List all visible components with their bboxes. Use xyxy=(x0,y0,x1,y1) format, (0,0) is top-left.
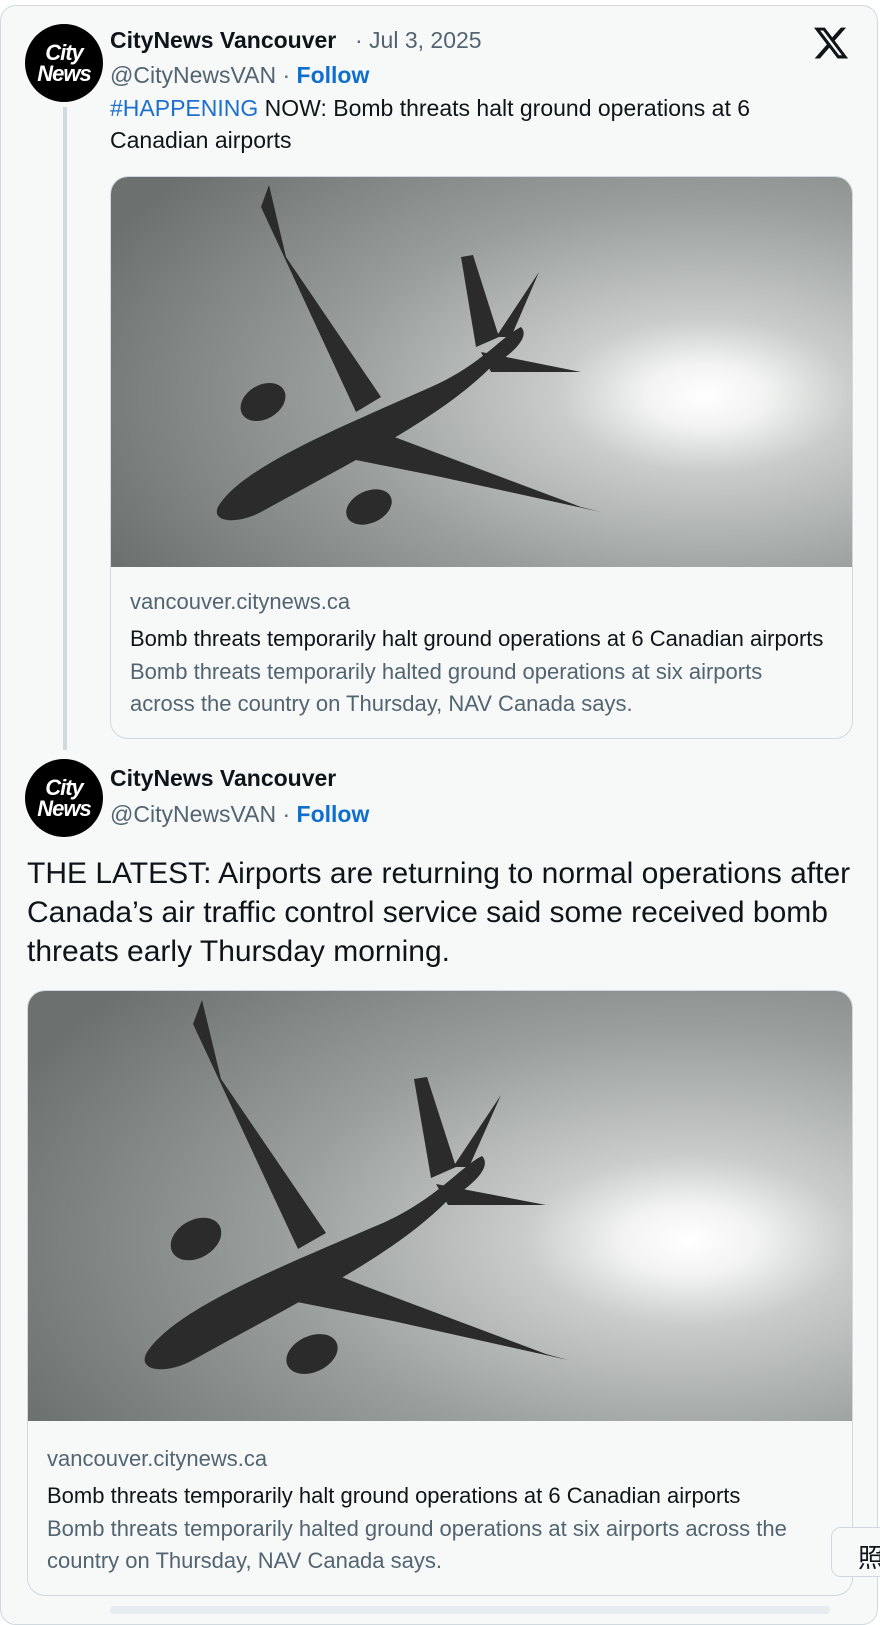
avatar[interactable]: City News xyxy=(25,759,103,837)
bottom-edge-bar xyxy=(110,1606,830,1614)
link-preview-card[interactable]: vancouver.citynews.ca Bomb threats tempo… xyxy=(110,176,853,739)
link-title: Bomb threats temporarily halt ground ope… xyxy=(130,626,824,651)
hashtag-link[interactable]: #HAPPENING xyxy=(110,95,258,121)
link-preview-card[interactable]: vancouver.citynews.ca Bomb threats tempo… xyxy=(27,990,853,1596)
tweet-date[interactable]: · Jul 3, 2025 xyxy=(355,27,482,54)
separator: · xyxy=(282,62,291,88)
avatar[interactable]: City News xyxy=(25,24,103,102)
link-meta: vancouver.citynews.ca Bomb threats tempo… xyxy=(47,1446,833,1577)
author-name[interactable]: CityNews Vancouver xyxy=(110,765,336,792)
follow-button[interactable]: Follow xyxy=(297,801,370,827)
link-description: Bomb threats temporarily halted ground o… xyxy=(47,1516,787,1573)
handle-row: @CityNewsVAN · Follow xyxy=(110,801,369,828)
airplane-silhouette-image xyxy=(28,991,852,1421)
avatar-logo-line1: City xyxy=(45,775,84,800)
author-name[interactable]: CityNews Vancouver xyxy=(110,27,336,54)
airplane-silhouette-image xyxy=(111,177,852,567)
thread-connector-line xyxy=(63,107,67,750)
x-logo-icon[interactable] xyxy=(812,24,850,62)
avatar-logo-line2: News xyxy=(37,796,91,821)
link-description: Bomb threats temporarily halted ground o… xyxy=(130,659,763,716)
link-domain: vancouver.citynews.ca xyxy=(47,1446,268,1471)
follow-button[interactable]: Follow xyxy=(297,62,370,88)
link-meta: vancouver.citynews.ca Bomb threats tempo… xyxy=(130,589,833,720)
separator: · xyxy=(282,801,291,827)
link-domain: vancouver.citynews.ca xyxy=(130,589,351,614)
link-title: Bomb threats temporarily halt ground ope… xyxy=(47,1483,741,1508)
author-handle[interactable]: @CityNewsVAN xyxy=(110,62,276,88)
side-floating-button[interactable]: 照 xyxy=(831,1527,880,1577)
handle-row: @CityNewsVAN · Follow xyxy=(110,62,369,89)
tweet-text: #HAPPENING NOW: Bomb threats halt ground… xyxy=(110,92,830,156)
avatar-logo-line1: City xyxy=(45,40,84,65)
author-handle[interactable]: @CityNewsVAN xyxy=(110,801,276,827)
tweet-text: THE LATEST: Airports are returning to no… xyxy=(27,857,851,968)
avatar-logo-line2: News xyxy=(37,61,91,86)
